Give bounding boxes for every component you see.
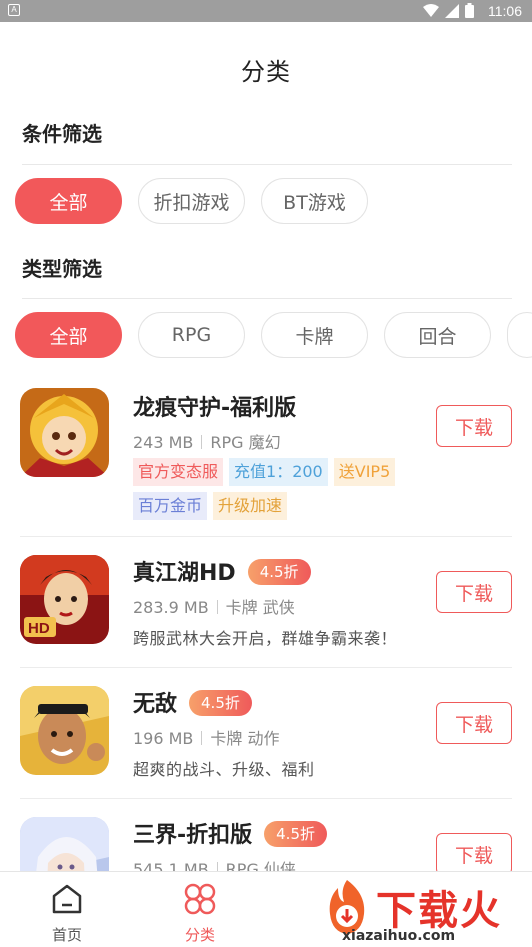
game-list-item[interactable]: 无敌 4.5折 196 MB 卡牌 动作 超爽的战斗、升级、福利 下载 [20,668,512,799]
status-bar: A 11:06 [0,0,532,22]
condition-chip-discount-games[interactable]: 折扣游戏 [138,178,245,224]
game-name: 真江湖HD 4.5折 [133,555,311,587]
game-description: 超爽的战斗、升级、福利 [133,760,315,779]
notification-icon: A [8,4,20,16]
game-name-text: 真江湖HD [133,561,236,586]
game-name: 三界-折扣版 4.5折 [133,817,327,849]
page-title: 分类 [241,58,291,86]
type-filter-chips: 全部 RPG 卡牌 回合 [15,312,532,358]
game-tag: 官方变态服 [133,458,224,486]
home-icon [52,884,82,914]
game-category: RPG 魔幻 [210,433,281,452]
divider [22,298,512,299]
type-chip-more[interactable] [507,312,532,358]
type-filter-heading: 类型筛选 [22,257,102,281]
game-list-item[interactable]: 龙痕守护-福利版 243 MB RPG 魔幻 官方变态服 充值1：200 送VIP… [20,372,512,537]
category-icon [184,883,216,915]
download-button[interactable]: 下载 [436,833,512,875]
game-name: 无敌 4.5折 [133,686,252,718]
game-name: 龙痕守护-福利版 [133,396,297,421]
svg-text:HD: HD [28,620,50,637]
type-chip-card[interactable]: 卡牌 [261,312,368,358]
game-size: 243 MB [133,433,194,452]
game-size: 196 MB [133,729,194,748]
game-description: 跨服武林大会开启，群雄争霸来袭！ [133,629,398,648]
game-meta: 243 MB RPG 魔幻 [133,429,281,453]
game-meta: 283.9 MB 卡牌 武侠 [133,594,295,618]
game-category: 卡牌 动作 [210,729,280,748]
divider [22,164,512,165]
game-list: 龙痕守护-福利版 243 MB RPG 魔幻 官方变态服 充值1：200 送VIP… [0,372,532,929]
game-meta: 196 MB 卡牌 动作 [133,725,280,749]
watermark: 下载火 xiazaihuo.com [312,876,526,946]
condition-chip-all[interactable]: 全部 [15,178,122,224]
game-category: 卡牌 武侠 [225,598,295,617]
game-tag: 送VIP5 [333,458,396,486]
game-icon [20,686,109,775]
status-time: 11:06 [488,3,522,19]
wifi-icon [423,3,439,17]
tab-category[interactable]: 分类 [155,872,245,947]
discount-badge: 4.5折 [189,690,252,716]
game-icon [20,388,109,477]
type-chip-all[interactable]: 全部 [15,312,122,358]
game-tag: 升级加速 [213,492,288,520]
battery-icon [465,3,474,18]
type-chip-rpg[interactable]: RPG [138,312,245,358]
watermark-url: xiazaihuo.com [342,928,456,944]
tab-home[interactable]: 首页 [22,872,112,947]
game-tags: 官方变态服 充值1：200 送VIP5 百万金币 升级加速 [133,458,433,520]
tab-home-label: 首页 [51,926,82,944]
download-button[interactable]: 下载 [436,702,512,744]
tab-category-label: 分类 [184,926,215,944]
game-icon: HD [20,555,109,644]
game-list-item[interactable]: HD 真江湖HD 4.5折 283.9 MB 卡牌 武侠 跨服武林大会开启，群雄争霸… [20,537,512,668]
condition-filter-heading: 条件筛选 [22,122,102,146]
type-chip-turn-based[interactable]: 回合 [384,312,491,358]
discount-badge: 4.5折 [264,821,327,847]
game-name-text: 三界-折扣版 [133,823,253,848]
game-size: 283.9 MB [133,598,209,617]
game-tag: 充值1：200 [229,458,328,486]
condition-chip-bt-games[interactable]: BT游戏 [261,178,368,224]
game-tag: 百万金币 [133,492,208,520]
signal-icon [445,3,459,18]
condition-filter-chips: 全部 折扣游戏 BT游戏 [15,178,368,224]
discount-badge: 4.5折 [247,559,311,585]
download-button[interactable]: 下载 [436,405,512,447]
game-name-text: 无敌 [133,692,178,717]
status-icons [423,3,474,18]
download-button[interactable]: 下载 [436,571,512,613]
